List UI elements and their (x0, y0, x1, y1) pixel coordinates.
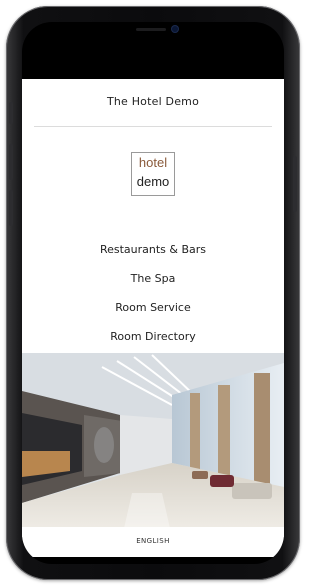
power-button (293, 156, 297, 212)
menu-item-restaurants-bars[interactable]: Restaurants & Bars (22, 241, 284, 270)
header-divider (34, 126, 272, 127)
front-camera-icon (172, 26, 178, 32)
language-selector[interactable]: ENGLISH (22, 537, 284, 545)
page-title: The Hotel Demo (106, 95, 200, 108)
volume-down-button (9, 190, 13, 226)
menu-item-spa[interactable]: The Spa (22, 270, 284, 299)
mute-switch (9, 102, 13, 124)
menu-item-label[interactable]: Room Directory (110, 330, 196, 343)
logo-line-2: demo (136, 174, 170, 189)
phone-screen: The Hotel Demo hotel demo Restaurants & … (22, 22, 284, 564)
main-menu: Restaurants & Bars The Spa Room Service … (22, 241, 284, 357)
logo-line-1: hotel (138, 155, 168, 170)
hotel-logo: hotel demo (131, 152, 175, 196)
menu-item-label[interactable]: Room Service (115, 301, 190, 314)
speaker-grille (136, 28, 166, 31)
menu-item-room-service[interactable]: Room Service (22, 299, 284, 328)
menu-item-label[interactable]: Restaurants & Bars (100, 243, 206, 256)
footer-bar: ENGLISH (22, 527, 284, 557)
phone-notch (108, 22, 198, 40)
volume-up-button (9, 144, 13, 180)
phone-frame: The Hotel Demo hotel demo Restaurants & … (6, 6, 300, 580)
menu-item-label[interactable]: The Spa (131, 272, 176, 285)
hotel-lobby-photo (22, 353, 284, 537)
app-stage: The Hotel Demo hotel demo Restaurants & … (0, 0, 306, 586)
app-screen: The Hotel Demo hotel demo Restaurants & … (22, 79, 284, 557)
